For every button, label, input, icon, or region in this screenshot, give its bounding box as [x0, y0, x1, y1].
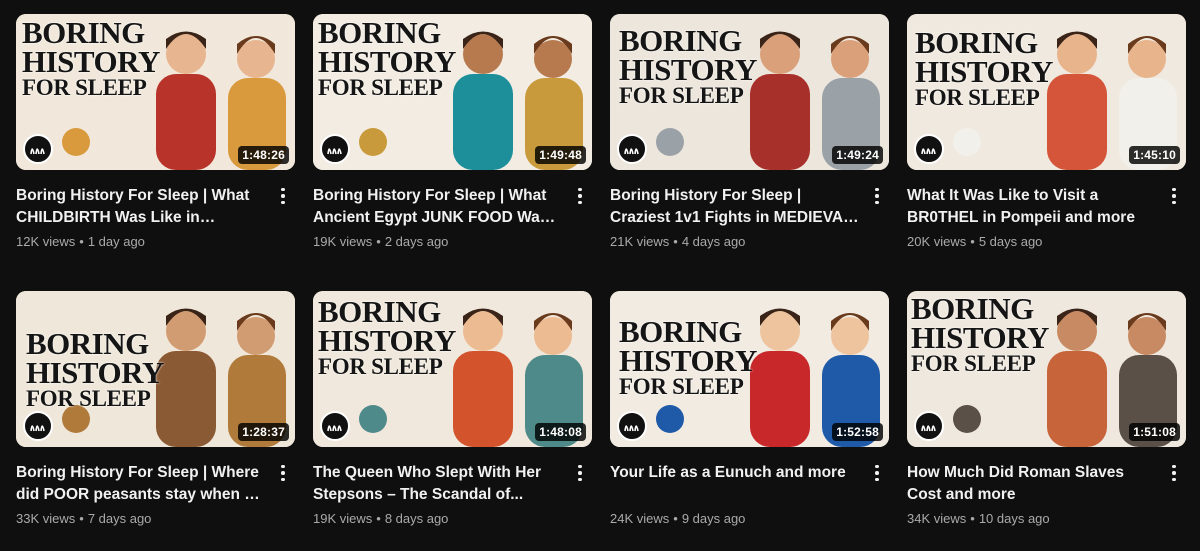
video-stats: 19K views • 8 days ago — [313, 511, 562, 526]
video-card[interactable]: BORING HISTORY FOR SLEEP 1:49:24 Boring Hi… — [610, 14, 889, 260]
upload-age: 4 days ago — [681, 234, 746, 249]
channel-logo-icon[interactable] — [320, 411, 350, 441]
channel-logo-icon[interactable] — [914, 134, 944, 164]
separator-dot: • — [673, 234, 678, 249]
video-meta: How Much Did Roman Slaves Cost and more … — [907, 462, 1186, 526]
channel-brand-text: BORING HISTORY FOR SLEEP — [318, 294, 456, 379]
video-title[interactable]: Boring History For Sleep | What Ancient … — [313, 185, 562, 229]
upload-age: 5 days ago — [978, 234, 1043, 249]
video-thumbnail[interactable]: BORING HISTORY FOR SLEEP 1:49:48 — [313, 14, 592, 170]
video-meta: Boring History For Sleep | Where did POO… — [16, 462, 295, 526]
duration-badge: 1:49:24 — [832, 146, 883, 164]
channel-logo-icon[interactable] — [320, 134, 350, 164]
video-card[interactable]: BORING HISTORY FOR SLEEP 1:49:48 Boring Hi… — [313, 14, 592, 260]
video-thumbnail[interactable]: BORING HISTORY FOR SLEEP 1:28:37 — [16, 291, 295, 447]
video-card[interactable]: BORING HISTORY FOR SLEEP 1:28:37 Boring Hi… — [16, 291, 295, 537]
separator-dot: • — [79, 511, 84, 526]
video-card[interactable]: BORING HISTORY FOR SLEEP 1:45:10 What It W… — [907, 14, 1186, 260]
more-vert-icon[interactable] — [1164, 462, 1184, 484]
video-title[interactable]: How Much Did Roman Slaves Cost and more — [907, 462, 1156, 506]
video-meta: Boring History For Sleep | What CHILDBIR… — [16, 185, 295, 249]
video-meta: What It Was Like to Visit a BR0THEL in P… — [907, 185, 1186, 249]
video-card[interactable]: BORING HISTORY FOR SLEEP 1:51:08 How Much … — [907, 291, 1186, 537]
view-count: 19K views — [313, 511, 373, 526]
video-meta: The Queen Who Slept With Her Stepsons – … — [313, 462, 592, 526]
more-vert-icon[interactable] — [273, 185, 293, 207]
channel-brand-text: BORING HISTORY FOR SLEEP — [619, 23, 757, 108]
video-title[interactable]: What It Was Like to Visit a BR0THEL in P… — [907, 185, 1156, 229]
video-thumbnail[interactable]: BORING HISTORY FOR SLEEP 1:48:08 — [313, 291, 592, 447]
separator-dot: • — [376, 234, 381, 249]
duration-badge: 1:28:37 — [238, 423, 289, 441]
upload-age: 2 days ago — [384, 234, 449, 249]
duration-badge: 1:52:58 — [832, 423, 883, 441]
video-thumbnail[interactable]: BORING HISTORY FOR SLEEP 1:51:08 — [907, 291, 1186, 447]
channel-logo-icon[interactable] — [617, 134, 647, 164]
video-grid: BORING HISTORY FOR SLEEP 1:48:26 Boring Hi… — [16, 14, 1186, 537]
upload-age: 10 days ago — [978, 511, 1050, 526]
separator-dot: • — [673, 511, 678, 526]
view-count: 19K views — [313, 234, 373, 249]
video-stats: 34K views • 10 days ago — [907, 511, 1156, 526]
channel-brand-text: BORING HISTORY FOR SLEEP — [318, 15, 456, 100]
video-title[interactable]: Boring History For Sleep | Where did POO… — [16, 462, 265, 506]
video-meta: Your Life as a Eunuch and more 24K views… — [610, 462, 889, 526]
channel-logo-icon[interactable] — [23, 411, 53, 441]
channel-brand-text: BORING HISTORY FOR SLEEP — [26, 326, 164, 411]
duration-badge: 1:51:08 — [1129, 423, 1180, 441]
more-vert-icon[interactable] — [273, 462, 293, 484]
view-count: 33K views — [16, 511, 76, 526]
video-thumbnail[interactable]: BORING HISTORY FOR SLEEP 1:48:26 — [16, 14, 295, 170]
video-stats: 20K views • 5 days ago — [907, 234, 1156, 249]
more-vert-icon[interactable] — [1164, 185, 1184, 207]
video-stats: 21K views • 4 days ago — [610, 234, 859, 249]
separator-dot: • — [970, 511, 975, 526]
video-stats: 12K views • 1 day ago — [16, 234, 265, 249]
video-card[interactable]: BORING HISTORY FOR SLEEP 1:48:08 The Queen… — [313, 291, 592, 537]
video-card[interactable]: BORING HISTORY FOR SLEEP 1:52:58 Your Life… — [610, 291, 889, 537]
view-count: 34K views — [907, 511, 967, 526]
upload-age: 9 days ago — [681, 511, 746, 526]
video-thumbnail[interactable]: BORING HISTORY FOR SLEEP 1:52:58 — [610, 291, 889, 447]
duration-badge: 1:45:10 — [1129, 146, 1180, 164]
duration-badge: 1:48:26 — [238, 146, 289, 164]
more-vert-icon[interactable] — [867, 462, 887, 484]
separator-dot: • — [970, 234, 975, 249]
separator-dot: • — [79, 234, 84, 249]
more-vert-icon[interactable] — [867, 185, 887, 207]
video-title[interactable]: Your Life as a Eunuch and more — [610, 462, 859, 506]
video-stats: 24K views • 9 days ago — [610, 511, 859, 526]
video-stats: 33K views • 7 days ago — [16, 511, 265, 526]
channel-brand-text: BORING HISTORY FOR SLEEP — [619, 314, 757, 399]
video-thumbnail[interactable]: BORING HISTORY FOR SLEEP 1:45:10 — [907, 14, 1186, 170]
video-stats: 19K views • 2 days ago — [313, 234, 562, 249]
view-count: 20K views — [907, 234, 967, 249]
view-count: 12K views — [16, 234, 76, 249]
channel-logo-icon[interactable] — [617, 411, 647, 441]
channel-logo-icon[interactable] — [914, 411, 944, 441]
view-count: 24K views — [610, 511, 670, 526]
video-card[interactable]: BORING HISTORY FOR SLEEP 1:48:26 Boring Hi… — [16, 14, 295, 260]
video-title[interactable]: The Queen Who Slept With Her Stepsons – … — [313, 462, 562, 506]
video-title[interactable]: Boring History For Sleep | What CHILDBIR… — [16, 185, 265, 229]
video-meta: Boring History For Sleep | Craziest 1v1 … — [610, 185, 889, 249]
upload-age: 1 day ago — [87, 234, 145, 249]
upload-age: 8 days ago — [384, 511, 449, 526]
more-vert-icon[interactable] — [570, 462, 590, 484]
duration-badge: 1:48:08 — [535, 423, 586, 441]
channel-logo-icon[interactable] — [23, 134, 53, 164]
channel-brand-text: BORING HISTORY FOR SLEEP — [911, 291, 1049, 376]
duration-badge: 1:49:48 — [535, 146, 586, 164]
video-meta: Boring History For Sleep | What Ancient … — [313, 185, 592, 249]
upload-age: 7 days ago — [87, 511, 152, 526]
view-count: 21K views — [610, 234, 670, 249]
video-thumbnail[interactable]: BORING HISTORY FOR SLEEP 1:49:24 — [610, 14, 889, 170]
channel-brand-text: BORING HISTORY FOR SLEEP — [22, 15, 160, 100]
separator-dot: • — [376, 511, 381, 526]
channel-brand-text: BORING HISTORY FOR SLEEP — [915, 25, 1053, 110]
more-vert-icon[interactable] — [570, 185, 590, 207]
video-title[interactable]: Boring History For Sleep | Craziest 1v1 … — [610, 185, 859, 229]
